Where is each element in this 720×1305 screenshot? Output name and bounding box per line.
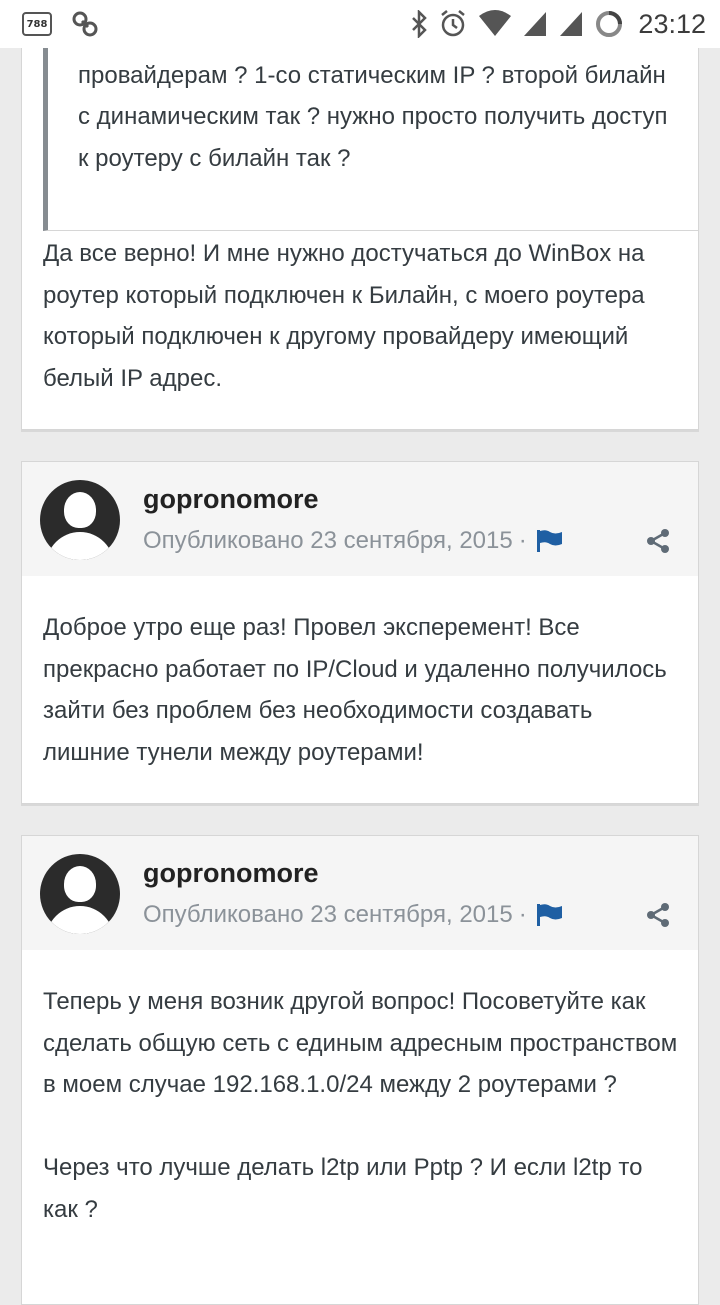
alarm-icon <box>441 10 466 37</box>
post-author[interactable]: gopronomore <box>143 858 319 889</box>
post-card: стоящие в разных местах и подключенные к… <box>21 0 699 430</box>
link-icon <box>72 11 98 37</box>
avatar[interactable] <box>40 480 120 560</box>
share-icon[interactable] <box>646 902 670 928</box>
post-header: gopronomore Опубликовано 23 сентября, 20… <box>22 836 698 950</box>
post-date[interactable]: Опубликовано 23 сентября, 2015 <box>143 527 513 555</box>
post-header: gopronomore Опубликовано 23 сентября, 20… <box>22 462 698 576</box>
post-date[interactable]: Опубликовано 23 сентября, 2015 <box>143 901 513 929</box>
clock: 23:12 <box>638 8 706 39</box>
wifi-icon <box>479 10 512 36</box>
avatar[interactable] <box>40 854 120 934</box>
post-body-text: Теперь у меня возник другой вопрос! Посо… <box>43 988 678 1223</box>
bluetooth-icon <box>412 10 428 38</box>
post-meta: Опубликовано 23 сентября, 2015 · <box>143 524 563 558</box>
battery-icon <box>596 11 623 37</box>
post-card: gopronomore Опубликовано 23 сентября, 20… <box>21 835 699 1305</box>
flag-icon[interactable] <box>536 530 563 552</box>
post-meta: Опубликовано 23 сентября, 2015 · <box>143 898 563 932</box>
signal-icon <box>524 12 547 36</box>
post-card: gopronomore Опубликовано 23 сентября, 20… <box>21 461 699 804</box>
post-body-text: Доброе утро еще раз! Провел эксперемент!… <box>43 614 667 766</box>
flag-icon[interactable] <box>536 904 563 926</box>
status-bar: 788 23:12 <box>0 0 720 48</box>
meta-separator: · <box>518 527 527 554</box>
avatar-head-shape <box>64 866 96 902</box>
avatar-body-shape <box>46 532 114 560</box>
notification-badge-icon: 788 <box>22 12 52 36</box>
post-author[interactable]: gopronomore <box>143 484 319 515</box>
post-body-text: Да все верно! И мне нужно достучаться до… <box>43 240 645 392</box>
signal-icon <box>560 12 583 36</box>
avatar-head-shape <box>64 492 96 528</box>
share-icon[interactable] <box>646 528 670 554</box>
meta-separator: · <box>518 901 527 928</box>
avatar-body-shape <box>46 906 114 934</box>
